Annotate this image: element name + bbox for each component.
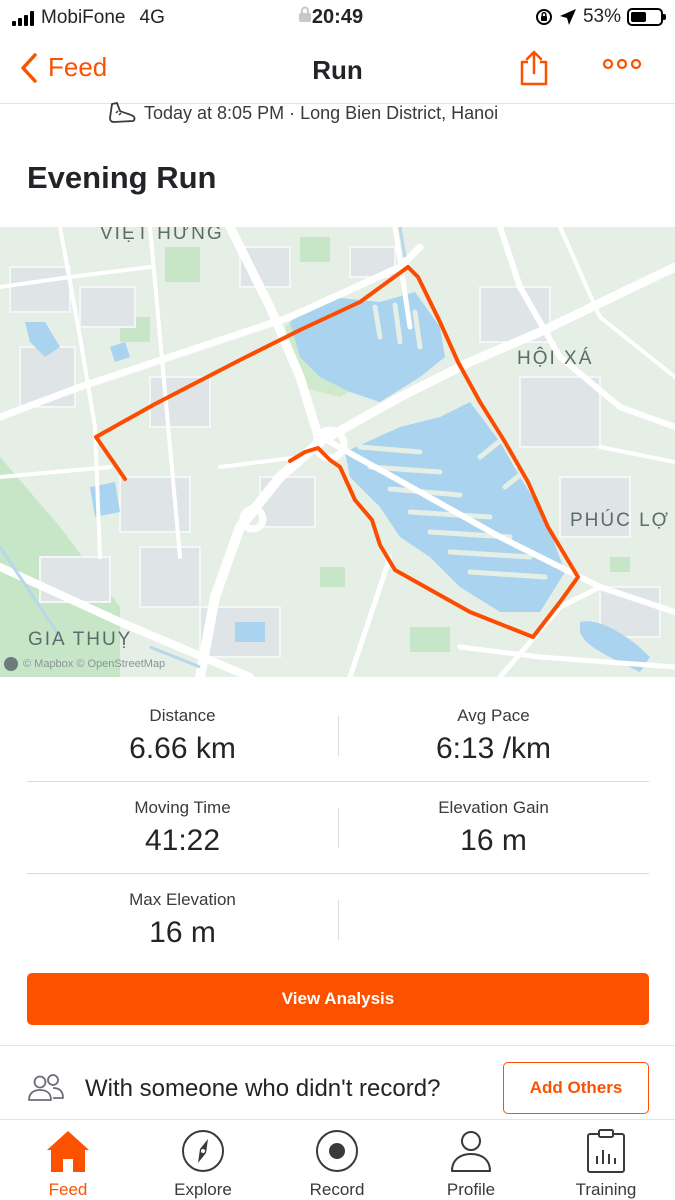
page-title: Run [312, 55, 363, 85]
more-dots-icon [602, 58, 642, 70]
tab-label: Training [575, 1180, 637, 1199]
tab-label: Profile [446, 1180, 496, 1199]
stat-value: 6:13 /km [435, 732, 552, 765]
share-button[interactable] [518, 49, 550, 92]
stat-distance: Distance 6.66 km [27, 706, 338, 766]
tab-training[interactable]: Training [556, 1128, 656, 1200]
battery-fill [631, 12, 646, 22]
tab-explore[interactable]: Explore [153, 1128, 253, 1200]
people-icon [28, 1074, 64, 1101]
more-button[interactable] [602, 56, 642, 77]
stat-label: Avg Pace [457, 706, 530, 725]
compass-icon [182, 1130, 224, 1172]
tab-label: Explore [174, 1180, 232, 1199]
activity-meta: Today at 8:05 PM · Long Bien District, H… [108, 101, 498, 125]
add-others-button[interactable]: Add Others [503, 1062, 649, 1114]
map-label-hoi-xa: HỘI XÁ [517, 348, 594, 369]
nav-bar: Feed Run [0, 36, 675, 104]
tab-feed[interactable]: Feed [18, 1128, 118, 1200]
map-attribution[interactable]: © Mapbox © OpenStreetMap [4, 657, 165, 671]
stats-row: Moving Time 41:22 Elevation Gain 16 m [27, 782, 649, 874]
stat-label: Max Elevation [129, 890, 236, 909]
stat-elevation-gain: Elevation Gain 16 m [338, 798, 649, 858]
record-icon [316, 1130, 358, 1172]
activity-date-location: Today at 8:05 PM · Long Bien District, H… [144, 102, 499, 123]
stats-row: Distance 6.66 km Avg Pace 6:13 /km [27, 690, 649, 782]
tab-profile[interactable]: Profile [421, 1128, 521, 1200]
stat-value: 16 m [460, 824, 527, 857]
battery-icon [627, 8, 666, 26]
stat-value: 41:22 [144, 824, 221, 857]
view-analysis-button[interactable]: View Analysis [27, 973, 649, 1025]
stat-label: Elevation Gain [438, 798, 549, 817]
calendar-chart-icon [587, 1129, 625, 1173]
mapbox-logo-icon [4, 657, 18, 671]
tab-bar: Feed Explore Record Profile Training [0, 1119, 675, 1200]
stat-avg-pace: Avg Pace 6:13 /km [338, 706, 649, 766]
map-graphic [0, 227, 675, 677]
stat-value: 6.66 km [129, 732, 236, 765]
rotation-lock-icon [535, 9, 552, 25]
tab-label: Feed [48, 1180, 88, 1199]
tab-label: Record [309, 1180, 365, 1199]
share-icon [520, 50, 548, 86]
route-map[interactable]: VIỆT HƯNG HỘI XÁ PHÚC LỢ GIA THUỴ © Mapb… [0, 227, 675, 677]
stat-label: Distance [149, 706, 216, 725]
map-label-gia-thuy: GIA THUỴ [28, 629, 133, 650]
shoe-icon [109, 102, 136, 123]
stat-label: Moving Time [134, 798, 231, 817]
location-arrow-icon [559, 9, 576, 25]
map-label-viet-hung: VIỆT HƯNG [100, 227, 224, 244]
with-others-row: With someone who didn't record? Add Othe… [0, 1060, 675, 1116]
tab-record[interactable]: Record [287, 1128, 387, 1200]
home-icon [47, 1131, 89, 1172]
stat-value: 16 m [149, 916, 216, 949]
activity-title: Evening Run [27, 160, 217, 195]
stats-row: Max Elevation 16 m [27, 874, 649, 966]
stat-max-elevation: Max Elevation 16 m [27, 890, 338, 950]
profile-icon [451, 1131, 491, 1172]
stat-divider [338, 900, 339, 940]
with-others-text: With someone who didn't record? [85, 1075, 441, 1102]
map-attribution-text: © Mapbox © OpenStreetMap [23, 658, 166, 670]
map-label-phuc-loi: PHÚC LỢ [570, 510, 670, 531]
stats-grid: Distance 6.66 km Avg Pace 6:13 /km Movin… [27, 690, 649, 966]
status-bar: MobiFone 4G 20:49 53% [0, 0, 675, 36]
section-divider [0, 1045, 675, 1046]
battery-percent: 53% [582, 6, 621, 27]
stat-moving-time: Moving Time 41:22 [27, 798, 338, 858]
